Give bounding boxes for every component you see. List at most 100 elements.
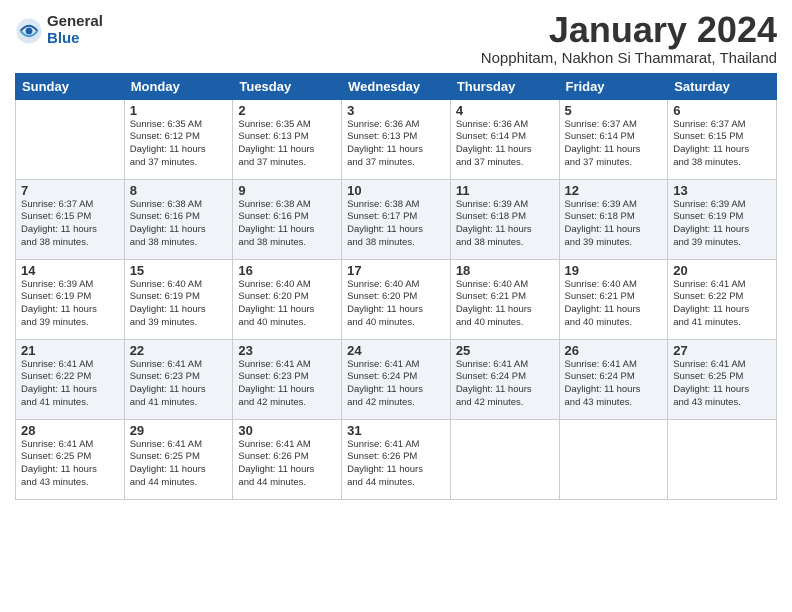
logo: General Blue xyxy=(15,14,103,47)
day-number: 23 xyxy=(238,343,336,358)
calendar-cell: 13Sunrise: 6:39 AM Sunset: 6:19 PM Dayli… xyxy=(668,179,777,259)
day-info: Sunrise: 6:41 AM Sunset: 6:23 PM Dayligh… xyxy=(238,359,336,410)
day-info: Sunrise: 6:39 AM Sunset: 6:19 PM Dayligh… xyxy=(21,279,119,330)
calendar-cell xyxy=(559,419,668,499)
day-number: 24 xyxy=(347,343,445,358)
header-monday: Monday xyxy=(124,73,233,99)
day-number: 10 xyxy=(347,183,445,198)
day-number: 18 xyxy=(456,263,554,278)
day-info: Sunrise: 6:37 AM Sunset: 6:15 PM Dayligh… xyxy=(21,199,119,250)
calendar-cell xyxy=(450,419,559,499)
day-number: 26 xyxy=(565,343,663,358)
day-number: 28 xyxy=(21,423,119,438)
page: General Blue January 2024 Nopphitam, Nak… xyxy=(0,0,792,612)
day-info: Sunrise: 6:35 AM Sunset: 6:13 PM Dayligh… xyxy=(238,119,336,170)
day-info: Sunrise: 6:37 AM Sunset: 6:14 PM Dayligh… xyxy=(565,119,663,170)
week-row-4: 28Sunrise: 6:41 AM Sunset: 6:25 PM Dayli… xyxy=(16,419,777,499)
day-info: Sunrise: 6:38 AM Sunset: 6:16 PM Dayligh… xyxy=(130,199,228,250)
calendar-cell: 20Sunrise: 6:41 AM Sunset: 6:22 PM Dayli… xyxy=(668,259,777,339)
day-info: Sunrise: 6:41 AM Sunset: 6:24 PM Dayligh… xyxy=(565,359,663,410)
day-number: 16 xyxy=(238,263,336,278)
day-number: 9 xyxy=(238,183,336,198)
header-saturday: Saturday xyxy=(668,73,777,99)
day-number: 19 xyxy=(565,263,663,278)
week-row-2: 14Sunrise: 6:39 AM Sunset: 6:19 PM Dayli… xyxy=(16,259,777,339)
calendar-cell: 16Sunrise: 6:40 AM Sunset: 6:20 PM Dayli… xyxy=(233,259,342,339)
calendar-cell: 23Sunrise: 6:41 AM Sunset: 6:23 PM Dayli… xyxy=(233,339,342,419)
logo-general: General xyxy=(47,14,103,31)
calendar-cell: 2Sunrise: 6:35 AM Sunset: 6:13 PM Daylig… xyxy=(233,99,342,179)
day-number: 6 xyxy=(673,103,771,118)
day-info: Sunrise: 6:39 AM Sunset: 6:18 PM Dayligh… xyxy=(565,199,663,250)
calendar-cell: 31Sunrise: 6:41 AM Sunset: 6:26 PM Dayli… xyxy=(342,419,451,499)
calendar-cell xyxy=(668,419,777,499)
calendar-cell: 9Sunrise: 6:38 AM Sunset: 6:16 PM Daylig… xyxy=(233,179,342,259)
day-info: Sunrise: 6:38 AM Sunset: 6:17 PM Dayligh… xyxy=(347,199,445,250)
calendar-cell: 30Sunrise: 6:41 AM Sunset: 6:26 PM Dayli… xyxy=(233,419,342,499)
header-friday: Friday xyxy=(559,73,668,99)
day-info: Sunrise: 6:35 AM Sunset: 6:12 PM Dayligh… xyxy=(130,119,228,170)
day-info: Sunrise: 6:41 AM Sunset: 6:23 PM Dayligh… xyxy=(130,359,228,410)
day-info: Sunrise: 6:39 AM Sunset: 6:19 PM Dayligh… xyxy=(673,199,771,250)
day-number: 2 xyxy=(238,103,336,118)
header: General Blue January 2024 Nopphitam, Nak… xyxy=(15,10,777,67)
day-info: Sunrise: 6:37 AM Sunset: 6:15 PM Dayligh… xyxy=(673,119,771,170)
day-number: 20 xyxy=(673,263,771,278)
title-area: January 2024 Nopphitam, Nakhon Si Thamma… xyxy=(481,10,777,67)
day-number: 7 xyxy=(21,183,119,198)
day-info: Sunrise: 6:39 AM Sunset: 6:18 PM Dayligh… xyxy=(456,199,554,250)
calendar-cell: 24Sunrise: 6:41 AM Sunset: 6:24 PM Dayli… xyxy=(342,339,451,419)
day-number: 31 xyxy=(347,423,445,438)
day-number: 13 xyxy=(673,183,771,198)
calendar-cell: 18Sunrise: 6:40 AM Sunset: 6:21 PM Dayli… xyxy=(450,259,559,339)
day-info: Sunrise: 6:41 AM Sunset: 6:25 PM Dayligh… xyxy=(21,439,119,490)
calendar-cell: 19Sunrise: 6:40 AM Sunset: 6:21 PM Dayli… xyxy=(559,259,668,339)
week-row-1: 7Sunrise: 6:37 AM Sunset: 6:15 PM Daylig… xyxy=(16,179,777,259)
calendar-cell: 5Sunrise: 6:37 AM Sunset: 6:14 PM Daylig… xyxy=(559,99,668,179)
day-number: 1 xyxy=(130,103,228,118)
day-info: Sunrise: 6:38 AM Sunset: 6:16 PM Dayligh… xyxy=(238,199,336,250)
day-info: Sunrise: 6:36 AM Sunset: 6:14 PM Dayligh… xyxy=(456,119,554,170)
header-sunday: Sunday xyxy=(16,73,125,99)
day-number: 5 xyxy=(565,103,663,118)
day-number: 17 xyxy=(347,263,445,278)
calendar-cell: 22Sunrise: 6:41 AM Sunset: 6:23 PM Dayli… xyxy=(124,339,233,419)
day-number: 25 xyxy=(456,343,554,358)
day-number: 12 xyxy=(565,183,663,198)
day-info: Sunrise: 6:40 AM Sunset: 6:20 PM Dayligh… xyxy=(238,279,336,330)
calendar-cell: 12Sunrise: 6:39 AM Sunset: 6:18 PM Dayli… xyxy=(559,179,668,259)
calendar-cell: 21Sunrise: 6:41 AM Sunset: 6:22 PM Dayli… xyxy=(16,339,125,419)
logo-text: General Blue xyxy=(47,14,103,47)
calendar-cell: 6Sunrise: 6:37 AM Sunset: 6:15 PM Daylig… xyxy=(668,99,777,179)
calendar-cell: 27Sunrise: 6:41 AM Sunset: 6:25 PM Dayli… xyxy=(668,339,777,419)
calendar-cell: 25Sunrise: 6:41 AM Sunset: 6:24 PM Dayli… xyxy=(450,339,559,419)
calendar-cell: 1Sunrise: 6:35 AM Sunset: 6:12 PM Daylig… xyxy=(124,99,233,179)
calendar-table: SundayMondayTuesdayWednesdayThursdayFrid… xyxy=(15,73,777,500)
week-row-3: 21Sunrise: 6:41 AM Sunset: 6:22 PM Dayli… xyxy=(16,339,777,419)
calendar-cell: 11Sunrise: 6:39 AM Sunset: 6:18 PM Dayli… xyxy=(450,179,559,259)
calendar-header-row: SundayMondayTuesdayWednesdayThursdayFrid… xyxy=(16,73,777,99)
day-info: Sunrise: 6:41 AM Sunset: 6:24 PM Dayligh… xyxy=(347,359,445,410)
day-number: 27 xyxy=(673,343,771,358)
location-title: Nopphitam, Nakhon Si Thammarat, Thailand xyxy=(481,50,777,67)
header-thursday: Thursday xyxy=(450,73,559,99)
day-info: Sunrise: 6:40 AM Sunset: 6:19 PM Dayligh… xyxy=(130,279,228,330)
day-info: Sunrise: 6:41 AM Sunset: 6:24 PM Dayligh… xyxy=(456,359,554,410)
day-info: Sunrise: 6:40 AM Sunset: 6:21 PM Dayligh… xyxy=(565,279,663,330)
calendar-cell: 8Sunrise: 6:38 AM Sunset: 6:16 PM Daylig… xyxy=(124,179,233,259)
calendar-cell: 14Sunrise: 6:39 AM Sunset: 6:19 PM Dayli… xyxy=(16,259,125,339)
calendar-cell xyxy=(16,99,125,179)
day-info: Sunrise: 6:41 AM Sunset: 6:26 PM Dayligh… xyxy=(347,439,445,490)
day-info: Sunrise: 6:41 AM Sunset: 6:25 PM Dayligh… xyxy=(673,359,771,410)
calendar-cell: 28Sunrise: 6:41 AM Sunset: 6:25 PM Dayli… xyxy=(16,419,125,499)
day-number: 8 xyxy=(130,183,228,198)
calendar-cell: 3Sunrise: 6:36 AM Sunset: 6:13 PM Daylig… xyxy=(342,99,451,179)
logo-icon xyxy=(15,17,43,45)
day-number: 11 xyxy=(456,183,554,198)
day-number: 3 xyxy=(347,103,445,118)
calendar-cell: 10Sunrise: 6:38 AM Sunset: 6:17 PM Dayli… xyxy=(342,179,451,259)
day-number: 30 xyxy=(238,423,336,438)
day-info: Sunrise: 6:41 AM Sunset: 6:22 PM Dayligh… xyxy=(21,359,119,410)
day-number: 22 xyxy=(130,343,228,358)
calendar-cell: 29Sunrise: 6:41 AM Sunset: 6:25 PM Dayli… xyxy=(124,419,233,499)
